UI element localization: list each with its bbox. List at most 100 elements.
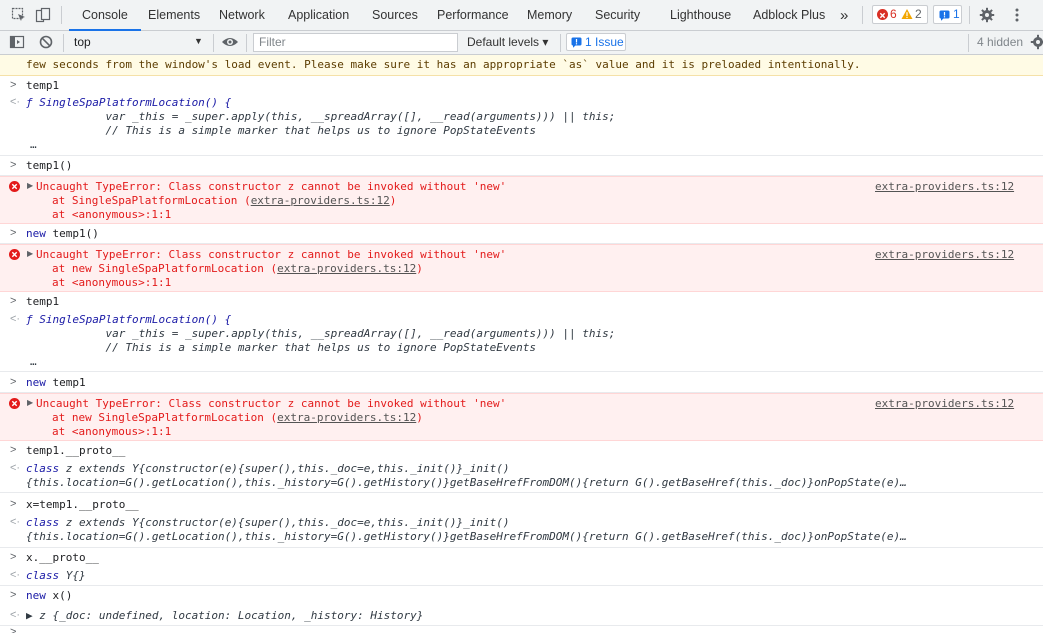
result-arrow-icon: <·: [10, 462, 21, 474]
result-arrow-icon: <·: [10, 609, 21, 621]
tab-memory[interactable]: Memory: [527, 0, 572, 30]
result-arrow-icon: <·: [10, 313, 21, 325]
console-input: x.__proto__: [26, 551, 99, 564]
keyword: new: [26, 589, 46, 602]
console-input: temp1: [26, 79, 60, 92]
console-toolbar: top ▼ Filter Default levels ▾ 1 Issue 4 …: [0, 31, 1043, 55]
source-location-link[interactable]: extra-providers.ts:12: [875, 180, 1014, 194]
context-selector[interactable]: top ▼: [68, 31, 210, 54]
stack-source-link[interactable]: extra-providers.ts:12: [277, 262, 416, 275]
stack-frame: at new SingleSpaPlatformLocation: [52, 262, 271, 275]
more-options-kebab-icon[interactable]: [1009, 7, 1025, 23]
tab-lighthouse[interactable]: Lighthouse: [670, 0, 731, 30]
console-entry: > new temp1: [0, 372, 1043, 393]
error-count: 6: [890, 7, 897, 21]
function-body-line: var _this = _super.apply(this, __spreadA…: [26, 327, 616, 340]
tab-sources[interactable]: Sources: [372, 0, 418, 30]
expand-triangle-icon[interactable]: ▶: [27, 181, 33, 190]
error-warning-counter[interactable]: 6 2: [872, 5, 928, 24]
console-prompt-line[interactable]: >: [0, 626, 1043, 633]
issues-button[interactable]: 1 Issue: [566, 33, 626, 51]
ellipsis[interactable]: …: [30, 355, 37, 369]
console-entry: > new x() <· ▶ z {_doc: undefined, locat…: [0, 586, 1043, 626]
class-source-line[interactable]: z extends Y{constructor(e){super(),this.…: [59, 462, 510, 475]
console-settings-gear-icon[interactable]: [1030, 34, 1043, 53]
stack-source-link[interactable]: extra-providers.ts:12: [251, 194, 390, 207]
warning-icon: [901, 8, 913, 25]
keyword: class: [26, 569, 60, 582]
console-entry: > temp1(): [0, 156, 1043, 176]
expand-triangle-icon[interactable]: ▶: [27, 249, 33, 258]
tab-elements[interactable]: Elements: [148, 0, 200, 30]
keyword: class: [26, 516, 60, 529]
console-input: temp1(): [45, 227, 99, 240]
input-chevron-icon: >: [10, 551, 17, 563]
warning-text: few seconds from the window's load event…: [26, 58, 861, 71]
context-value: top: [74, 35, 91, 49]
function-signature[interactable]: ƒ SingleSpaPlatformLocation() {: [26, 313, 231, 327]
input-chevron-icon: >: [10, 498, 17, 510]
error-text: Uncaught TypeError: Class constructor z …: [36, 248, 507, 261]
expand-triangle-icon[interactable]: ▶: [27, 398, 33, 407]
tab-performance[interactable]: Performance: [437, 0, 509, 30]
tab-network[interactable]: Network: [219, 0, 265, 30]
console-entry: > temp1 <· ƒ SingleSpaPlatformLocation()…: [0, 292, 1043, 372]
clear-console-icon[interactable]: [38, 34, 54, 53]
live-expression-eye-icon[interactable]: [221, 34, 239, 53]
tab-security[interactable]: Security: [595, 0, 640, 30]
result-arrow-icon: <·: [10, 516, 21, 528]
inspect-element-icon[interactable]: [11, 7, 27, 23]
class-source-line[interactable]: {this.location=G().getLocation(),this._h…: [26, 476, 907, 490]
console-input: x(): [45, 589, 73, 602]
console-input: temp1: [26, 295, 60, 308]
log-levels-dropdown[interactable]: Default levels ▾: [467, 35, 548, 49]
console-error-message: ▶ Uncaught TypeError: Class constructor …: [0, 393, 1043, 441]
keyword: new: [26, 227, 46, 240]
error-icon: [877, 9, 888, 20]
console-entry: > temp1.__proto__ <· class z extends Y{c…: [0, 441, 1043, 493]
keyword: class: [26, 462, 60, 475]
more-tabs-button[interactable]: »: [840, 0, 848, 30]
object-preview[interactable]: ▶ z {_doc: undefined, location: Location…: [26, 609, 423, 623]
input-chevron-icon: >: [10, 79, 17, 91]
error-icon: [9, 249, 20, 260]
console-input: temp1: [45, 376, 86, 389]
warning-count: 2: [915, 7, 922, 21]
chevron-down-icon: ▼: [194, 36, 203, 46]
hidden-messages-count: 4 hidden: [977, 35, 1024, 49]
stack-source-link[interactable]: extra-providers.ts:12: [277, 411, 416, 424]
tab-adblock-plus[interactable]: Adblock Plus: [753, 0, 825, 30]
device-toolbar-icon[interactable]: [35, 7, 51, 23]
error-text: Uncaught TypeError: Class constructor z …: [36, 397, 507, 410]
issues-button-label: 1 Issue: [585, 35, 624, 49]
console-messages[interactable]: few seconds from the window's load event…: [0, 55, 1043, 633]
class-source-line[interactable]: {this.location=G().getLocation(),this._h…: [26, 530, 907, 544]
input-chevron-icon: >: [10, 295, 17, 307]
function-signature[interactable]: ƒ SingleSpaPlatformLocation() {: [26, 96, 231, 110]
class-source-line[interactable]: z extends Y{constructor(e){super(),this.…: [59, 516, 510, 529]
stack-frame: at new SingleSpaPlatformLocation: [52, 411, 271, 424]
console-error-message: ▶ Uncaught TypeError: Class constructor …: [0, 176, 1043, 224]
stack-frame: at <anonymous>:1:1: [52, 276, 172, 289]
console-entry: > x.__proto__ <· class Y{}: [0, 548, 1043, 586]
source-location-link[interactable]: extra-providers.ts:12: [875, 397, 1014, 411]
source-location-link[interactable]: extra-providers.ts:12: [875, 248, 1014, 262]
function-body-line: // This is a simple marker that helps us…: [26, 124, 536, 137]
prompt-chevron-icon: >: [10, 626, 17, 633]
tab-console[interactable]: Console: [69, 0, 141, 31]
console-entry: > x=temp1.__proto__ <· class z extends Y…: [0, 493, 1043, 548]
class-source-line[interactable]: Y{}: [59, 569, 86, 582]
console-input: x=temp1.__proto__: [26, 498, 139, 511]
sidebar-toggle-icon[interactable]: [9, 34, 25, 53]
devtools-tab-bar: Console Elements Network Application Sou…: [0, 0, 1043, 31]
input-chevron-icon: >: [10, 376, 17, 388]
tab-application[interactable]: Application: [288, 0, 349, 30]
function-body-line: var _this = _super.apply(this, __spreadA…: [26, 110, 616, 123]
error-text: Uncaught TypeError: Class constructor z …: [36, 180, 507, 193]
issues-counter[interactable]: 1: [933, 5, 962, 24]
ellipsis[interactable]: …: [30, 138, 37, 152]
filter-input[interactable]: Filter: [253, 33, 458, 52]
settings-gear-icon[interactable]: [979, 7, 995, 23]
console-entry: > new temp1(): [0, 224, 1043, 244]
input-chevron-icon: >: [10, 444, 17, 456]
